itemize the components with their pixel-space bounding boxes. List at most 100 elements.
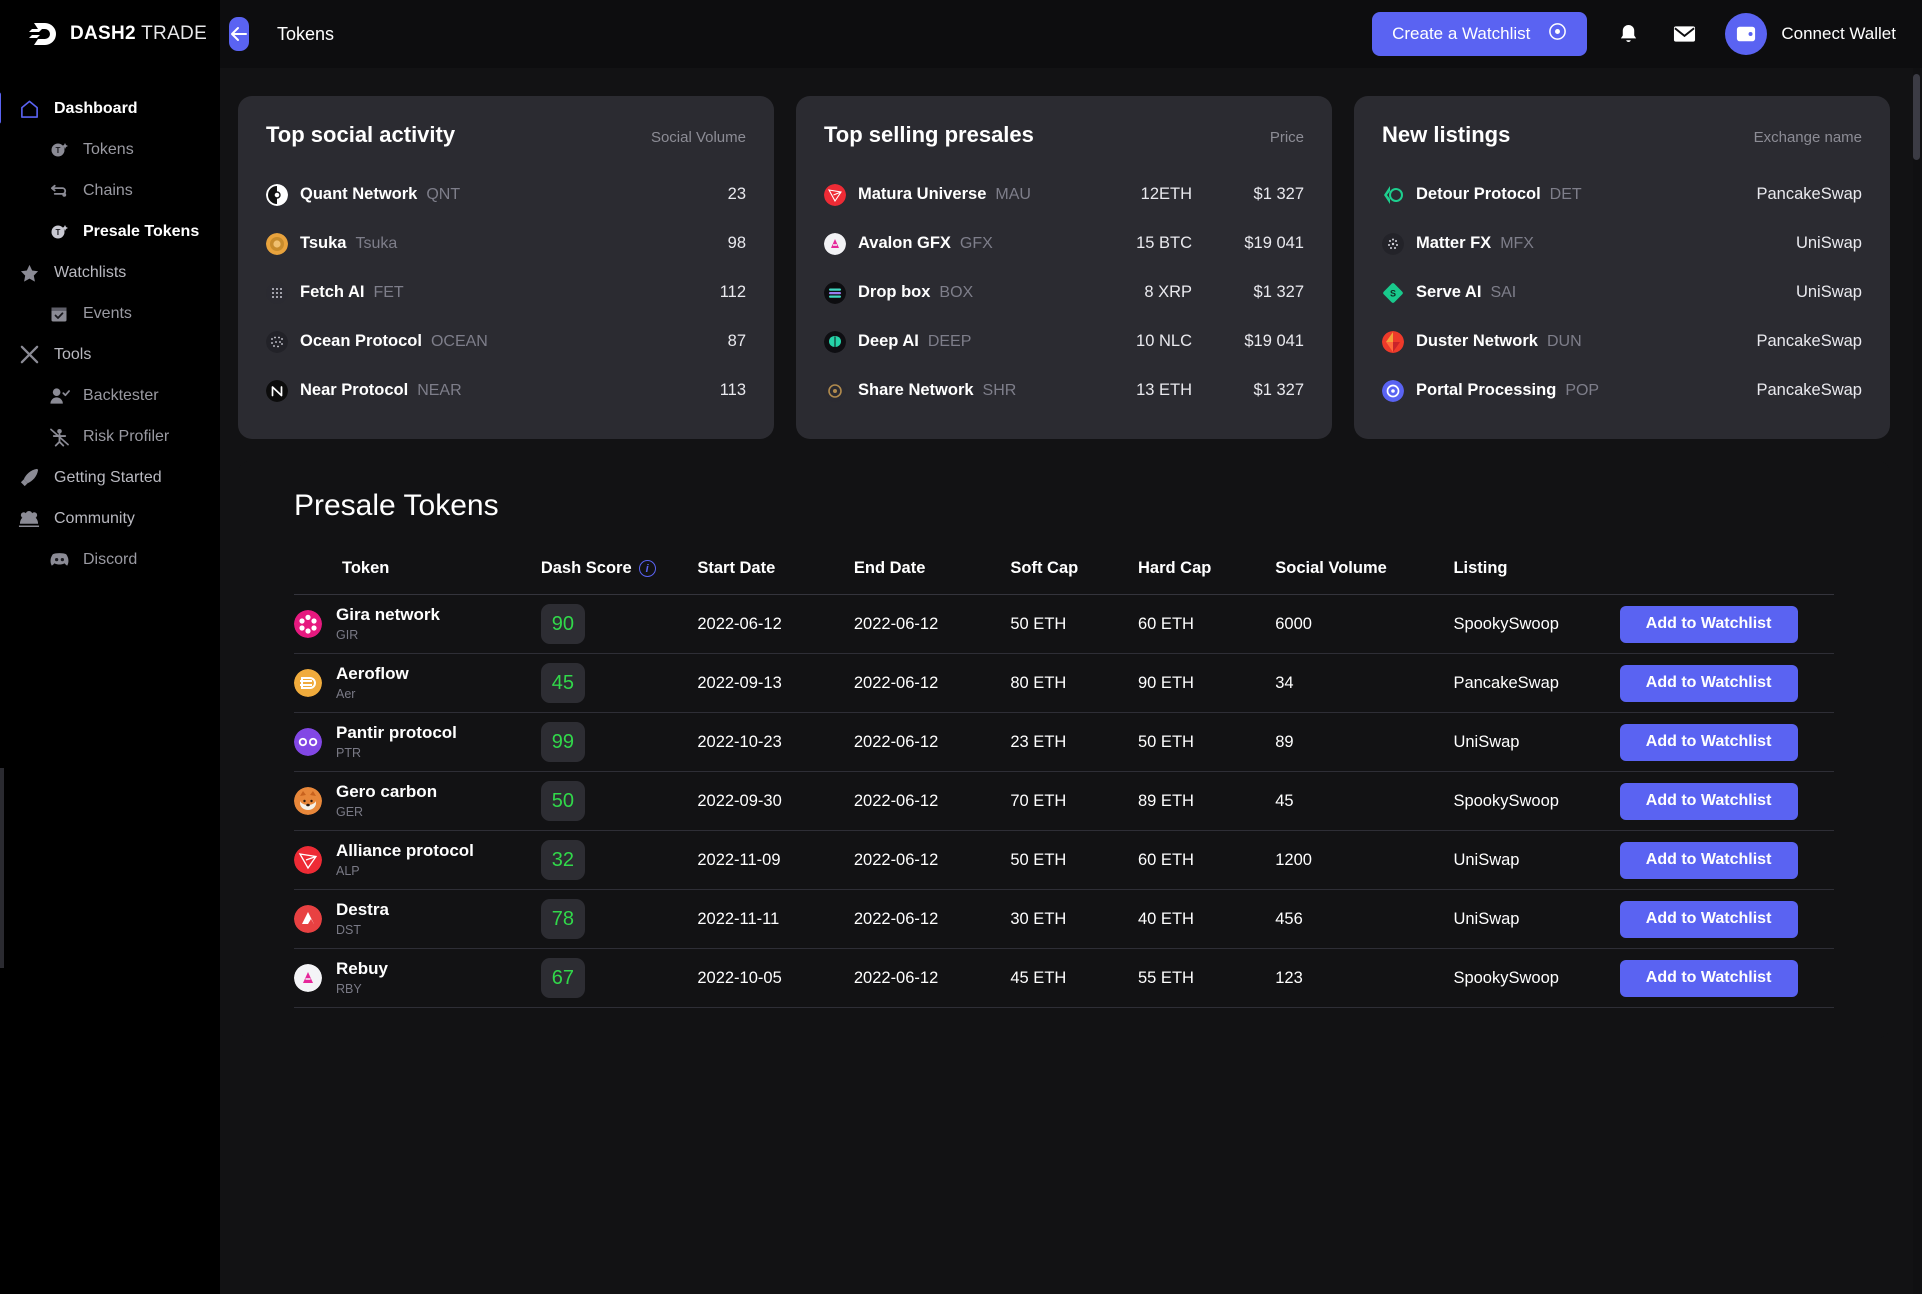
table-row[interactable]: Rebuy RBY 67 2022-10-05 2022-06-12 45 ET… <box>294 949 1834 1008</box>
soft-cap-cell: 50 ETH <box>1010 614 1067 633</box>
token-symbol: DST <box>336 922 361 937</box>
sidebar-label: Presale Tokens <box>83 222 200 240</box>
hard-cap-cell: 50 ETH <box>1138 732 1194 751</box>
column-action <box>1619 559 1834 595</box>
list-item[interactable]: Tsuka Tsuka 98 <box>266 219 746 268</box>
list-item[interactable]: Detour Protocol DET PancakeSwap <box>1382 170 1862 219</box>
listing-cell: UniSwap <box>1453 732 1520 751</box>
sidebar-item-backtester[interactable]: Backtester <box>0 375 220 416</box>
start-date-cell: 2022-11-11 <box>697 909 780 928</box>
avalon-gfx-icon <box>824 232 846 255</box>
start-date-cell: 2022-11-09 <box>697 850 781 869</box>
add-to-watchlist-button[interactable]: Add to Watchlist <box>1619 664 1798 702</box>
sidebar-item-chains[interactable]: Chains <box>0 170 220 211</box>
svg-text:S: S <box>1390 288 1396 298</box>
listing-cell: UniSwap <box>1453 909 1520 928</box>
table-row[interactable]: Aeroflow Aer 45 2022-09-13 2022-06-12 80… <box>294 654 1834 713</box>
token-name: Gira network <box>336 605 440 625</box>
list-item[interactable]: Share Network SHR 13 ETH $1 327 <box>824 366 1304 415</box>
sidebar-label: Risk Profiler <box>83 427 170 445</box>
list-item[interactable]: Drop box BOX 8 XRP $1 327 <box>824 268 1304 317</box>
list-item[interactable]: Portal Processing POP PancakeSwap <box>1382 366 1862 415</box>
add-to-watchlist-button[interactable]: Add to Watchlist <box>1619 959 1798 997</box>
score-cell: 45 <box>540 654 698 713</box>
social-volume-value: 87 <box>727 332 746 350</box>
dash-score-badge: 32 <box>540 840 585 880</box>
social-volume-cell: 123 <box>1275 968 1303 987</box>
add-to-watchlist-button[interactable]: Add to Watchlist <box>1619 723 1798 761</box>
list-item[interactable]: Quant Network QNT 23 <box>266 170 746 219</box>
token-symbol: QNT <box>426 185 461 203</box>
token-name: Ocean Protocol <box>300 332 422 350</box>
social-volume-cell: 456 <box>1275 909 1303 928</box>
list-item[interactable]: Deep AI DEEP 10 NLC $19 041 <box>824 317 1304 366</box>
add-to-watchlist-button[interactable]: Add to Watchlist <box>1619 605 1798 643</box>
messages-button[interactable] <box>1669 19 1699 49</box>
back-button[interactable] <box>229 17 250 51</box>
listing-cell: UniSwap <box>1453 850 1520 869</box>
token-name: Alliance protocol <box>336 841 474 861</box>
token-cell: Rebuy RBY <box>294 949 541 1008</box>
destra-icon <box>294 904 322 933</box>
list-item[interactable]: Fetch AI FET 112 <box>266 268 746 317</box>
token-symbol: MFX <box>1500 234 1534 252</box>
list-item[interactable]: Matura Universe MAU 12ETH $1 327 <box>824 170 1304 219</box>
token-symbol: GIR <box>336 627 359 642</box>
sidebar-label: Getting Started <box>54 468 162 486</box>
sidebar-item-events[interactable]: Events <box>0 293 220 334</box>
table-row[interactable]: Gero carbon GER 50 2022-09-30 2022-06-12… <box>294 772 1834 831</box>
sidebar-item-tokens[interactable]: T Tokens <box>0 129 220 170</box>
create-watchlist-button[interactable]: Create a Watchlist <box>1372 12 1588 56</box>
eye-icon <box>1548 22 1567 46</box>
sidebar-item-tools[interactable]: Tools <box>0 334 220 375</box>
list-item[interactable]: Near Protocol NEAR 113 <box>266 366 746 415</box>
soft-cap-cell: 80 ETH <box>1010 673 1067 692</box>
list-item[interactable]: S Serve AI SAI UniSwap <box>1382 268 1862 317</box>
page-scrollbar-thumb[interactable] <box>1913 74 1920 160</box>
token-cell: Gira network GIR <box>294 595 541 654</box>
token-symbol: SHR <box>982 381 1017 399</box>
sidebar-item-getting-started[interactable]: Getting Started <box>0 457 220 498</box>
card-metric-label: Exchange name <box>1753 129 1862 146</box>
sidebar-item-discord[interactable]: Discord <box>0 539 220 580</box>
sidebar-item-watchlists[interactable]: Watchlists <box>0 252 220 293</box>
sidebar-item-risk-profiler[interactable]: Risk Profiler <box>0 416 220 457</box>
add-to-watchlist-button[interactable]: Add to Watchlist <box>1619 841 1798 879</box>
notifications-button[interactable] <box>1613 19 1643 49</box>
sidebar-item-presale-tokens[interactable]: T Presale Tokens <box>0 211 220 252</box>
sidebar-item-dashboard[interactable]: Dashboard <box>0 88 220 129</box>
token-symbol: DET <box>1549 185 1582 203</box>
table-row[interactable]: Alliance protocol ALP 32 2022-11-09 2022… <box>294 831 1834 890</box>
sidebar-item-community[interactable]: Community <box>0 498 220 539</box>
table-row[interactable]: Pantir protocol PTR 99 2022-10-23 2022-0… <box>294 713 1834 772</box>
social-volume-cell: 45 <box>1275 791 1294 810</box>
connect-wallet-button[interactable]: Connect Wallet <box>1725 13 1896 55</box>
table-row[interactable]: Gira network GIR 90 2022-06-12 2022-06-1… <box>294 595 1834 654</box>
token-cell: Pantir protocol PTR <box>294 713 541 772</box>
list-item[interactable]: Ocean Protocol OCEAN 87 <box>266 317 746 366</box>
add-to-watchlist-button[interactable]: Add to Watchlist <box>1619 900 1798 938</box>
dash-score-badge: 50 <box>540 781 585 821</box>
brand-zone: DASH2 TRADE <box>0 0 250 68</box>
token-symbol: GER <box>336 804 364 819</box>
page-scrollbar-track[interactable] <box>1913 68 1920 1294</box>
social-volume-cell: 1200 <box>1275 850 1312 869</box>
brand-title: DASH2 TRADE <box>70 23 207 45</box>
connect-wallet-label: Connect Wallet <box>1781 24 1896 43</box>
info-icon[interactable]: i <box>638 560 656 577</box>
add-to-watchlist-button[interactable]: Add to Watchlist <box>1619 782 1798 820</box>
svg-text:T: T <box>56 228 61 237</box>
presale-tokens-table: Token Dash Score i Start Date End Date S… <box>294 559 1834 1008</box>
listing-cell: PancakeSwap <box>1453 673 1559 692</box>
soft-cap-cell: 30 ETH <box>1010 909 1067 928</box>
listing-cell: SpookySwoop <box>1453 968 1559 987</box>
soft-cap-cell: 23 ETH <box>1010 732 1067 751</box>
action-cell: Add to Watchlist <box>1619 949 1834 1008</box>
sidebar-label: Watchlists <box>54 263 127 281</box>
list-item[interactable]: Duster Network DUN PancakeSwap <box>1382 317 1862 366</box>
share-network-icon <box>824 379 846 402</box>
list-item[interactable]: Matter FX MFX UniSwap <box>1382 219 1862 268</box>
table-row[interactable]: Destra DST 78 2022-11-11 2022-06-12 30 E… <box>294 890 1834 949</box>
risk-icon <box>48 426 70 448</box>
list-item[interactable]: Avalon GFX GFX 15 BTC $19 041 <box>824 219 1304 268</box>
